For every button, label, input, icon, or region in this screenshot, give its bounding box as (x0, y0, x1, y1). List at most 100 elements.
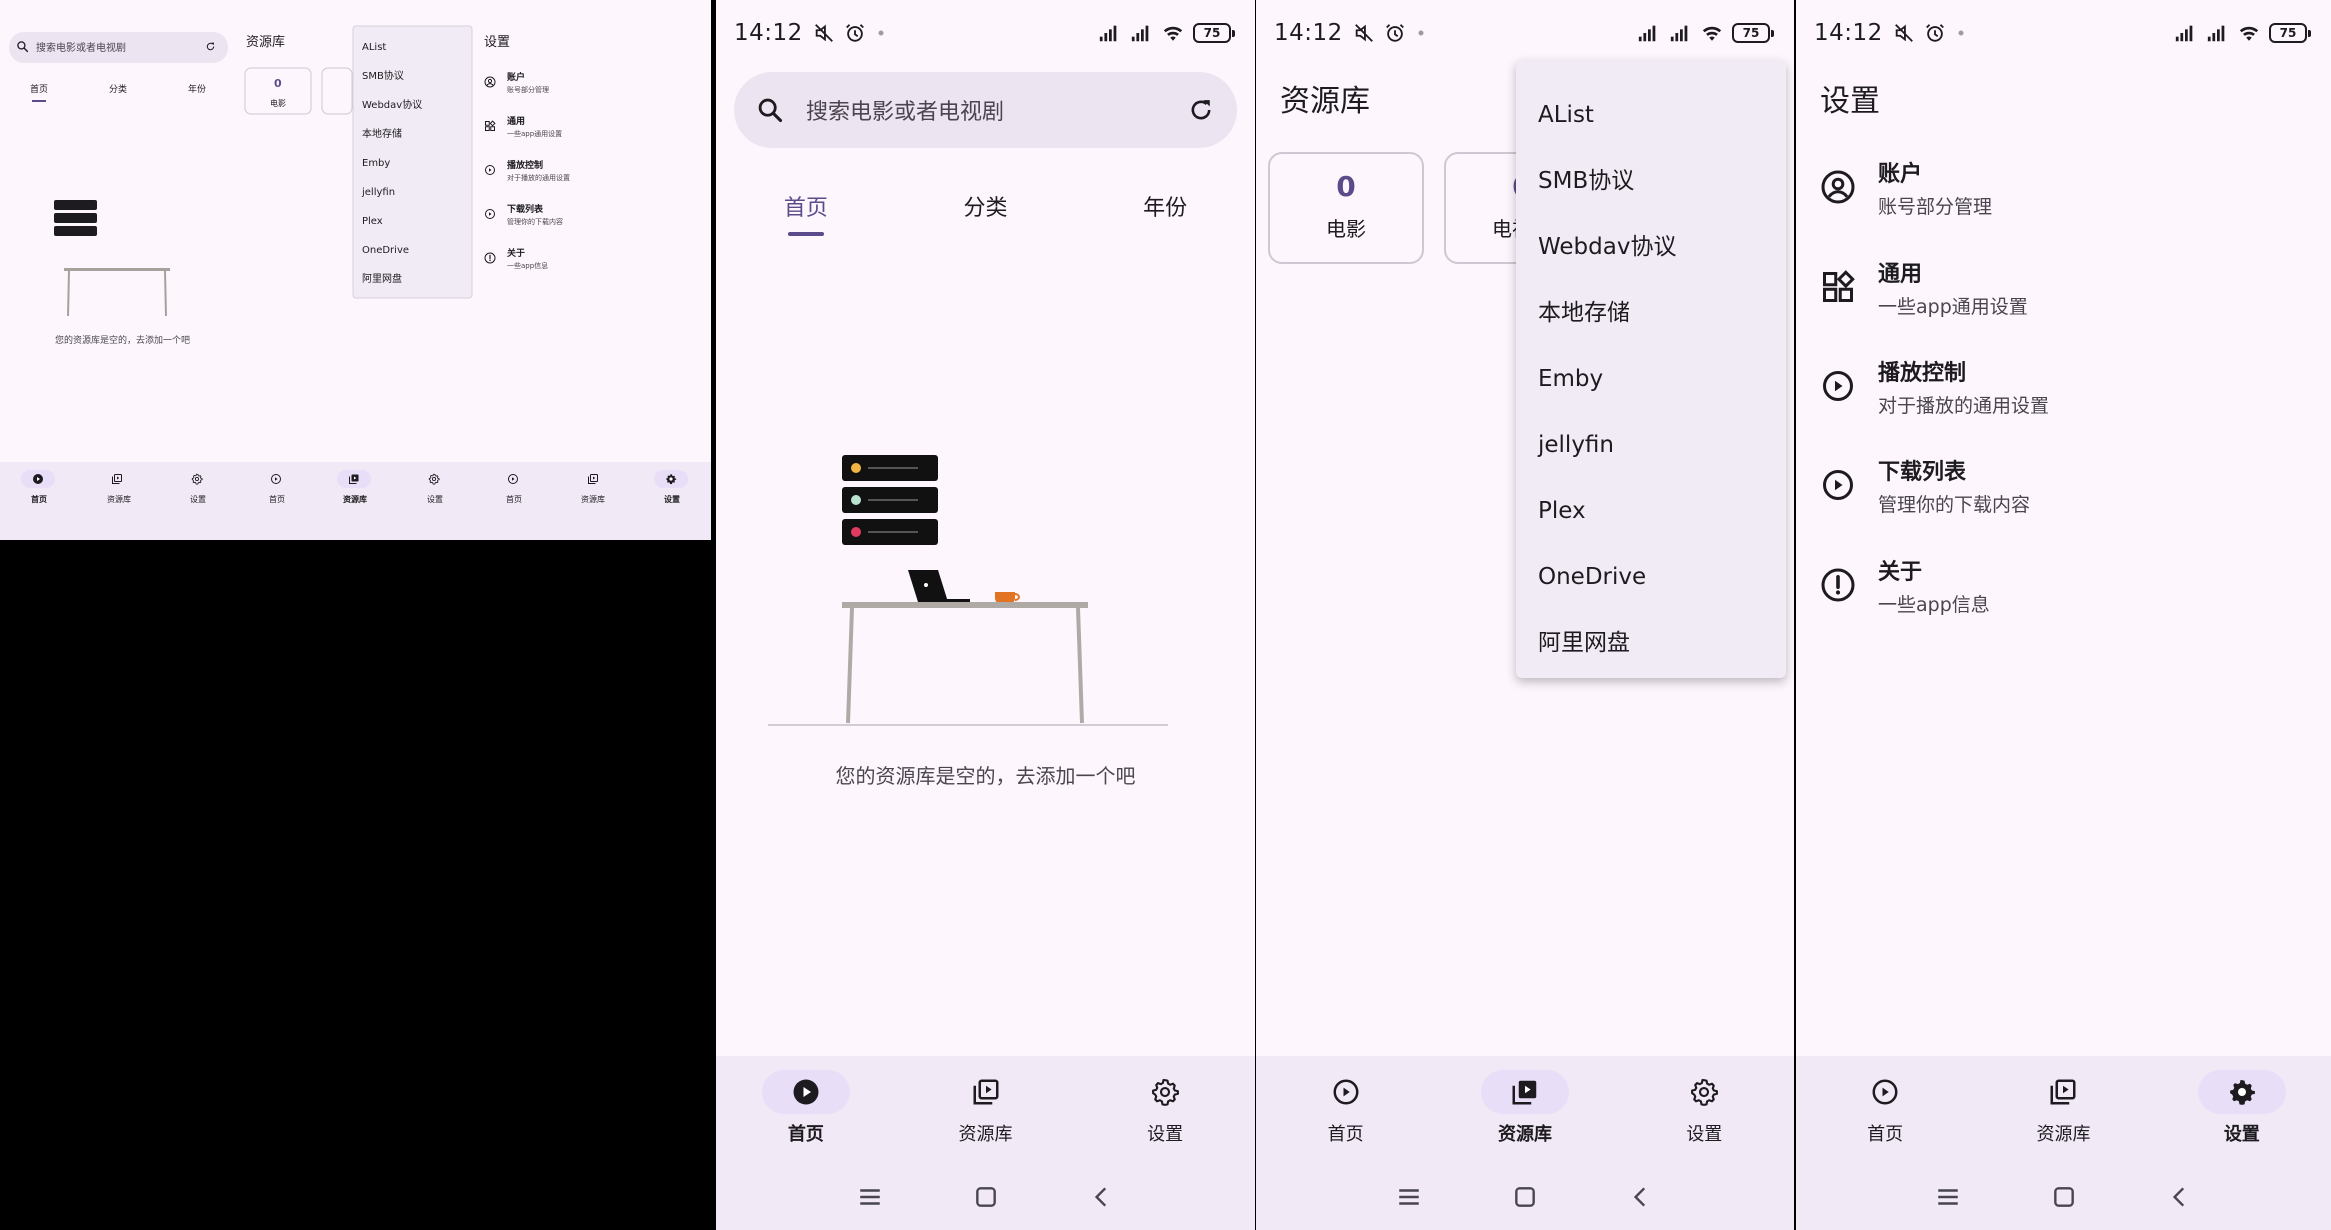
battery-indicator: 75 (1193, 23, 1235, 43)
back-icon[interactable] (2167, 1184, 2193, 1210)
menu-item-emby[interactable]: Emby (1516, 346, 1786, 412)
nav-home-label: 首页 (1867, 1124, 1904, 1145)
settings-item-account[interactable]: 账户 账号部分管理 (1820, 142, 2307, 232)
nav-library[interactable]: 资源库 (896, 1056, 1076, 1164)
thumb-3-item-1-sub: 一些app通用设置 (507, 129, 562, 138)
thumb-3-item-3-title: 下载列表 (507, 203, 544, 215)
nav-home[interactable]: 首页 (1256, 1056, 1435, 1164)
movies-card[interactable]: 0 电影 (1268, 152, 1424, 264)
settings-item-title: 下载列表 (1878, 459, 1967, 485)
menu-item-alist[interactable]: AList (1516, 82, 1786, 148)
empty-library-illustration (768, 455, 1168, 726)
nav-settings-label: 设置 (2223, 1124, 2260, 1145)
signal-icon (1668, 22, 1692, 44)
home-square-icon[interactable] (2051, 1184, 2077, 1210)
wifi-icon (1700, 22, 1724, 44)
thumb-1-search-text: 搜索电影或者电视剧 (36, 41, 126, 54)
menu-item-jellyfin[interactable]: jellyfin (1516, 412, 1786, 478)
home-square-icon[interactable] (1512, 1184, 1538, 1210)
video-library-filled-icon (1510, 1077, 1540, 1107)
refresh-icon[interactable] (1187, 96, 1215, 124)
thumb-2-menu-1: SMB协议 (362, 69, 404, 82)
menu-item-smb[interactable]: SMB协议 (1516, 148, 1786, 214)
thumb-2-card-count: 0 (274, 77, 282, 90)
wifi-icon (1161, 22, 1185, 44)
tab-year[interactable]: 年份 (1075, 180, 1255, 240)
search-bar[interactable]: 搜索电影或者电视剧 (734, 72, 1237, 148)
settings-item-general[interactable]: 通用 一些app通用设置 (1820, 242, 2307, 332)
alarm-icon (1924, 22, 1946, 44)
battery-indicator: 75 (2269, 23, 2311, 43)
page-title: 设置 (1820, 84, 1880, 119)
notification-dot-icon (875, 27, 887, 39)
settings-item-downloads[interactable]: 下载列表 管理你的下载内容 (1820, 440, 2307, 530)
thumb-2-menu-5: jellyfin (361, 187, 395, 198)
nav-settings-label: 设置 (1147, 1124, 1184, 1145)
nav-settings[interactable]: 设置 (1075, 1056, 1255, 1164)
tab-home[interactable]: 首页 (716, 180, 896, 240)
nav-home[interactable]: 首页 (1796, 1056, 1974, 1164)
recents-menu-icon[interactable] (1396, 1184, 1422, 1210)
menu-item-plex[interactable]: Plex (1516, 478, 1786, 544)
thumb-1-empty-text: 您的资源库是空的，去添加一个吧 (55, 334, 190, 346)
bottom-navigation: 首页 资源库 设置 (716, 1056, 1255, 1164)
settings-item-title: 播放控制 (1878, 360, 1967, 386)
empty-state-text: 您的资源库是空的，去添加一个吧 (835, 764, 1136, 788)
thumb-1-tab-1: 首页 (30, 83, 48, 95)
signal-icon (1097, 22, 1121, 44)
menu-item-onedrive[interactable]: OneDrive (1516, 544, 1786, 610)
thumb-2-nav-settings: 设置 (427, 494, 443, 504)
search-placeholder: 搜索电影或者电视剧 (806, 100, 1005, 125)
settings-screen: 14:12 75 设置 账户 账号部分管理 通用 一些app通用设置 播放控制 (1796, 0, 2331, 1230)
widgets-icon (1820, 269, 1856, 305)
thumb-1-nav-library: 资源库 (107, 494, 131, 504)
back-icon[interactable] (1628, 1184, 1654, 1210)
nav-home-label: 首页 (1327, 1124, 1364, 1145)
movies-count: 0 (1336, 170, 1356, 203)
nav-settings[interactable]: 设置 (2153, 1056, 2331, 1164)
menu-item-aliyun-drive[interactable]: 阿里网盘 (1516, 610, 1786, 676)
thumb-2-menu-8: 阿里网盘 (362, 272, 402, 285)
nav-home[interactable]: 首页 (716, 1056, 896, 1164)
nav-home-label: 首页 (787, 1124, 824, 1145)
settings-item-about[interactable]: 关于 一些app信息 (1820, 540, 2307, 630)
alarm-icon (844, 22, 866, 44)
status-bar: 14:12 75 (1256, 0, 1794, 66)
recents-menu-icon[interactable] (1935, 1184, 1961, 1210)
wifi-icon (2237, 22, 2261, 44)
thumb-3-item-4-sub: 一些app信息 (507, 261, 548, 270)
nav-settings-label: 设置 (1686, 1124, 1723, 1145)
signal-icon (1636, 22, 1660, 44)
thumb-3-item-4-title: 关于 (507, 247, 525, 259)
nav-settings[interactable]: 设置 (1615, 1056, 1794, 1164)
nav-library-label: 资源库 (1497, 1124, 1552, 1145)
thumb-2-nav-home: 首页 (269, 494, 285, 504)
settings-item-playback[interactable]: 播放控制 对于播放的通用设置 (1820, 341, 2307, 431)
thumb-3-item-2-sub: 对于播放的通用设置 (507, 173, 570, 182)
nav-library-label: 资源库 (958, 1124, 1013, 1145)
thumb-1-nav-home: 首页 (31, 494, 47, 504)
nav-library[interactable]: 资源库 (1435, 1056, 1614, 1164)
nav-library[interactable]: 资源库 (1974, 1056, 2152, 1164)
gear-icon (1689, 1077, 1719, 1107)
account-circle-icon (1820, 169, 1856, 205)
thumb-2-menu-2: Webdav协议 (362, 98, 422, 111)
play-circle-icon (1820, 467, 1856, 503)
thumb-3-item-1-title: 通用 (507, 115, 525, 127)
back-icon[interactable] (1089, 1184, 1115, 1210)
home-square-icon[interactable] (973, 1184, 999, 1210)
notification-dot-icon (1955, 27, 1967, 39)
recents-menu-icon[interactable] (857, 1184, 883, 1210)
thumb-3-title: 设置 (484, 35, 510, 50)
movies-label: 电影 (1326, 217, 1366, 241)
thumb-3-item-0-title: 账户 (507, 71, 525, 83)
menu-item-local-storage[interactable]: 本地存储 (1516, 280, 1786, 346)
play-circle-icon (1820, 368, 1856, 404)
alarm-icon (1384, 22, 1406, 44)
page-title: 资源库 (1280, 84, 1370, 119)
thumb-3-nav-home: 首页 (506, 494, 522, 504)
menu-item-webdav[interactable]: Webdav协议 (1516, 214, 1786, 280)
thumb-2-menu-6: Plex (362, 216, 383, 227)
tab-category[interactable]: 分类 (896, 180, 1076, 240)
thumb-2-card-label: 电影 (270, 98, 286, 108)
